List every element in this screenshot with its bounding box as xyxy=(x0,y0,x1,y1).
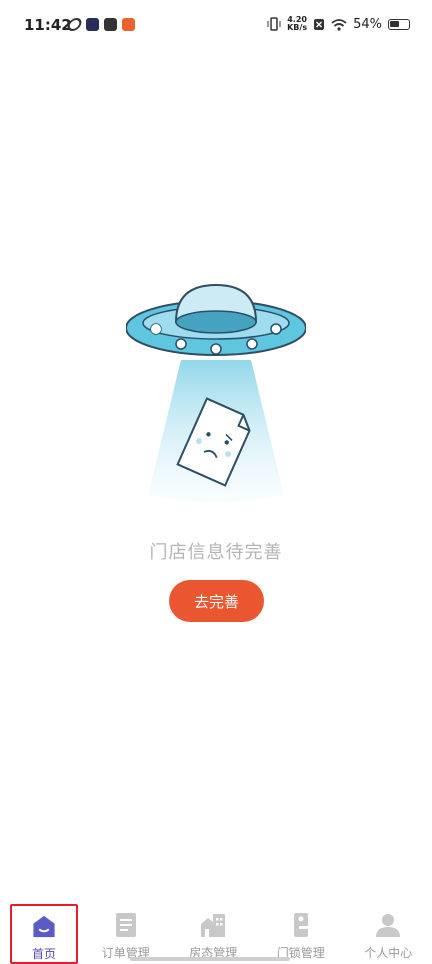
tab-room-status[interactable]: 房态管理 xyxy=(170,904,258,964)
building-icon xyxy=(201,914,226,937)
tab-home-label: 首页 xyxy=(31,947,56,961)
tab-home[interactable]: 首页 xyxy=(10,904,78,964)
vibrate-icon xyxy=(267,17,281,31)
no-sim-icon xyxy=(314,18,325,30)
battery-percent: 54% xyxy=(353,16,382,32)
video-app-icon xyxy=(86,18,99,31)
app-notification-icon xyxy=(65,18,84,31)
person-icon xyxy=(376,914,401,937)
tab-profile[interactable]: 个人中心 xyxy=(345,904,432,964)
notification-icons xyxy=(65,18,135,31)
status-time: 11:42 xyxy=(24,16,72,34)
battery-icon xyxy=(388,18,410,30)
wifi-icon xyxy=(331,18,347,31)
network-speed: 4.20 KB/s xyxy=(287,16,307,32)
tab-profile-label: 个人中心 xyxy=(364,946,413,960)
document-icon xyxy=(115,913,136,937)
bottom-tab-bar: 首页 订单管理 房态管理 门锁管理 个人中心 xyxy=(0,904,432,964)
status-bar: 11:42 4.20 KB/s 54% xyxy=(0,0,432,50)
home-indicator[interactable] xyxy=(130,957,290,961)
mail-icon xyxy=(104,18,117,31)
complete-info-button[interactable]: 去完善 xyxy=(169,580,264,622)
empty-state-message: 门店信息待完善 xyxy=(149,542,283,563)
ufo-illustration xyxy=(126,283,306,502)
door-lock-icon xyxy=(293,913,308,937)
tab-door-lock[interactable]: 门锁管理 xyxy=(257,904,345,964)
network-speed-unit: KB/s xyxy=(287,23,308,32)
tab-orders[interactable]: 订单管理 xyxy=(82,904,170,964)
system-status: 4.20 KB/s 54% xyxy=(267,16,410,32)
home-icon xyxy=(33,915,55,938)
shopping-app-icon xyxy=(122,18,135,31)
